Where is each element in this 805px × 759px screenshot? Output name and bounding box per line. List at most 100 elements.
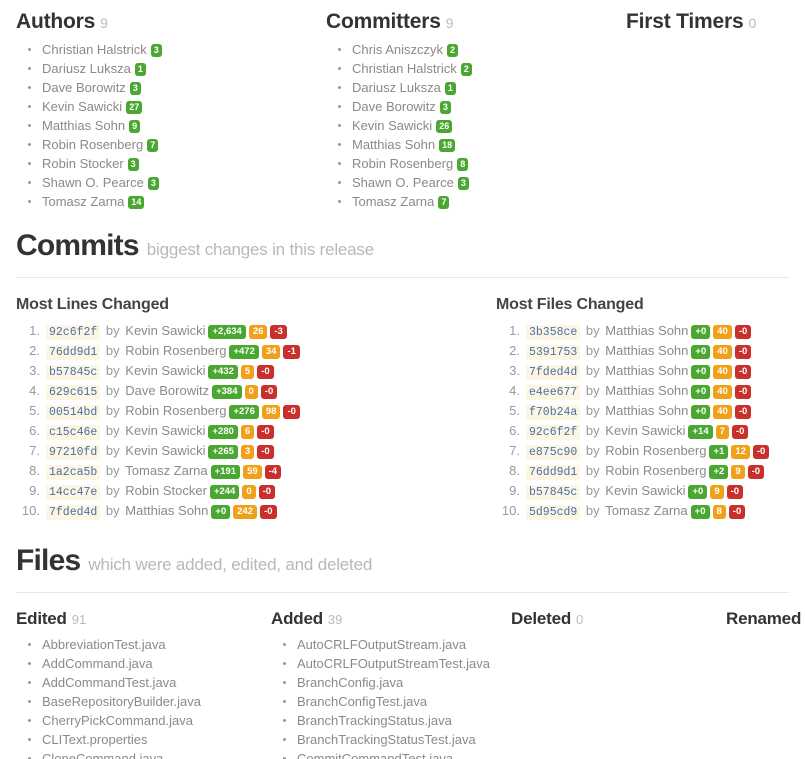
list-item[interactable]: Chris Aniszczyk 2	[336, 40, 610, 59]
lines-deleted-badge: -0	[258, 485, 276, 499]
person-name: Kevin Sawicki	[352, 118, 433, 133]
list-item[interactable]: BranchConfigTest.java	[281, 692, 495, 711]
commit-row[interactable]: 14cc47e by Robin Stocker +244 0 -0	[16, 482, 480, 502]
list-item[interactable]: Shawn O. Pearce 3	[336, 173, 610, 192]
list-item[interactable]: Shawn O. Pearce 3	[26, 173, 310, 192]
commit-sha-link[interactable]: e875c90	[526, 445, 581, 460]
list-item[interactable]: Tomasz Zarna 14	[26, 192, 310, 211]
commit-row[interactable]: 5391753 by Matthias Sohn +0 40 -0	[496, 342, 805, 362]
commit-row[interactable]: 7fded4d by Matthias Sohn +0 40 -0	[496, 362, 805, 382]
lines-deleted-badge: -0	[747, 465, 765, 479]
commit-count-badge: 7	[147, 139, 159, 152]
commit-sha-link[interactable]: 3b358ce	[526, 325, 581, 340]
commit-row[interactable]: 92c6f2f by Kevin Sawicki +2,634 26 -3	[16, 322, 480, 342]
commit-sha-link[interactable]: e4ee677	[526, 385, 581, 400]
list-item[interactable]: Matthias Sohn 18	[336, 135, 610, 154]
list-item[interactable]: AbbreviationTest.java	[26, 635, 255, 654]
by-label: by	[102, 403, 124, 418]
commit-row[interactable]: 5d95cd9 by Tomasz Zarna +0 8 -0	[496, 502, 805, 522]
list-item[interactable]: Robin Rosenberg 7	[26, 135, 310, 154]
list-item[interactable]: Kevin Sawicki 27	[26, 97, 310, 116]
list-item[interactable]: CloneCommand.java	[26, 749, 255, 759]
list-item[interactable]: Dave Borowitz 3	[26, 78, 310, 97]
commit-row[interactable]: c15c46e by Kevin Sawicki +280 6 -0	[16, 422, 480, 442]
commit-sha-link[interactable]: 5d95cd9	[526, 505, 581, 520]
list-item[interactable]: Tomasz Zarna 7	[336, 192, 610, 211]
commit-sha-link[interactable]: 1a2ca5b	[46, 465, 101, 480]
list-item[interactable]: Matthias Sohn 9	[26, 116, 310, 135]
commit-sha-link[interactable]: 92c6f2f	[526, 425, 581, 440]
commit-row[interactable]: 00514bd by Robin Rosenberg +276 98 -0	[16, 402, 480, 422]
lines-modified-badge: 40	[713, 345, 732, 359]
commit-sha-link[interactable]: 00514bd	[46, 405, 101, 420]
commit-sha-link[interactable]: b57845c	[46, 365, 101, 380]
commit-count-badge: 3	[439, 101, 451, 114]
person-name: Dave Borowitz	[352, 99, 436, 114]
list-item[interactable]: CLIText.properties	[26, 730, 255, 749]
lines-deleted-badge: -0	[260, 385, 278, 399]
most-files-changed-column: Most Files Changed 3b358ce by Matthias S…	[480, 296, 805, 522]
renamed-heading: Renamed	[726, 609, 805, 629]
lines-added-badge: +191	[210, 465, 241, 479]
list-item[interactable]: AutoCRLFOutputStreamTest.java	[281, 654, 495, 673]
commit-sha-link[interactable]: 76dd9d1	[526, 465, 581, 480]
commit-row[interactable]: 97210fd by Kevin Sawicki +265 3 -0	[16, 442, 480, 462]
person-name: Robin Rosenberg	[42, 137, 144, 152]
commit-sha-link[interactable]: 14cc47e	[46, 485, 101, 500]
commit-sha-link[interactable]: 92c6f2f	[46, 325, 101, 340]
list-item[interactable]: Christian Halstrick 3	[26, 40, 310, 59]
list-item[interactable]: BranchTrackingStatus.java	[281, 711, 495, 730]
by-label: by	[582, 503, 604, 518]
commit-row[interactable]: 7fded4d by Matthias Sohn +0 242 -0	[16, 502, 480, 522]
list-item[interactable]: AutoCRLFOutputStream.java	[281, 635, 495, 654]
list-item[interactable]: CherryPickCommand.java	[26, 711, 255, 730]
list-item[interactable]: Robin Stocker 3	[26, 154, 310, 173]
commit-row[interactable]: e875c90 by Robin Rosenberg +1 12 -0	[496, 442, 805, 462]
list-item[interactable]: BaseRepositoryBuilder.java	[26, 692, 255, 711]
commit-row[interactable]: b57845c by Kevin Sawicki +0 9 -0	[496, 482, 805, 502]
list-item[interactable]: CommitCommandTest.java	[281, 749, 495, 759]
commit-row[interactable]: 3b358ce by Matthias Sohn +0 40 -0	[496, 322, 805, 342]
lines-added-badge: +0	[688, 485, 708, 499]
commit-author: Matthias Sohn	[605, 383, 689, 398]
list-item[interactable]: Kevin Sawicki 26	[336, 116, 610, 135]
list-item[interactable]: BranchConfig.java	[281, 673, 495, 692]
list-item[interactable]: AddCommandTest.java	[26, 673, 255, 692]
list-item[interactable]: Robin Rosenberg 8	[336, 154, 610, 173]
commit-row[interactable]: f70b24a by Matthias Sohn +0 40 -0	[496, 402, 805, 422]
lines-added-badge: +472	[229, 345, 259, 359]
commit-sha-link[interactable]: 7fded4d	[46, 505, 101, 520]
commit-row[interactable]: 92c6f2f by Kevin Sawicki +14 7 -0	[496, 422, 805, 442]
commit-sha-link[interactable]: b57845c	[526, 485, 581, 500]
list-item[interactable]: Dariusz Luksza 1	[26, 59, 310, 78]
commit-sha-link[interactable]: 5391753	[526, 345, 581, 360]
people-section: Authors 9 Christian Halstrick 3 Dariusz Luk…	[0, 0, 805, 211]
commit-row[interactable]: 76dd9d1 by Robin Rosenberg +472 34 -1	[16, 342, 480, 362]
person-name: Dariusz Luksza	[352, 80, 441, 95]
commit-sha-link[interactable]: 7fded4d	[526, 365, 581, 380]
commit-sha-link[interactable]: c15c46e	[46, 425, 101, 440]
commit-row[interactable]: e4ee677 by Matthias Sohn +0 40 -0	[496, 382, 805, 402]
by-label: by	[102, 483, 124, 498]
commit-sha-link[interactable]: 97210fd	[46, 445, 101, 460]
list-item[interactable]: Dave Borowitz 3	[336, 97, 610, 116]
person-name: Shawn O. Pearce	[42, 175, 144, 190]
commit-count-badge: 2	[460, 63, 472, 76]
commit-sha-link[interactable]: f70b24a	[526, 405, 581, 420]
commits-divider	[16, 277, 789, 278]
person-name: Dave Borowitz	[42, 80, 126, 95]
commit-sha-link[interactable]: 629c615	[46, 385, 101, 400]
commit-row[interactable]: 76dd9d1 by Robin Rosenberg +2 9 -0	[496, 462, 805, 482]
list-item[interactable]: AddCommand.java	[26, 654, 255, 673]
lines-added-badge: +276	[229, 405, 259, 419]
commit-sha-link[interactable]: 76dd9d1	[46, 345, 101, 360]
edited-files-column: Edited 91 AbbreviationTest.java AddCommand…	[0, 609, 255, 759]
commit-row[interactable]: 629c615 by Dave Borowitz +384 0 -0	[16, 382, 480, 402]
list-item[interactable]: BranchTrackingStatusTest.java	[281, 730, 495, 749]
lines-added-badge: +0	[691, 325, 711, 339]
list-item[interactable]: Christian Halstrick 2	[336, 59, 610, 78]
list-item[interactable]: Dariusz Luksza 1	[336, 78, 610, 97]
commit-row[interactable]: b57845c by Kevin Sawicki +432 5 -0	[16, 362, 480, 382]
lines-deleted-badge: -0	[734, 325, 752, 339]
commit-row[interactable]: 1a2ca5b by Tomasz Zarna +191 59 -4	[16, 462, 480, 482]
